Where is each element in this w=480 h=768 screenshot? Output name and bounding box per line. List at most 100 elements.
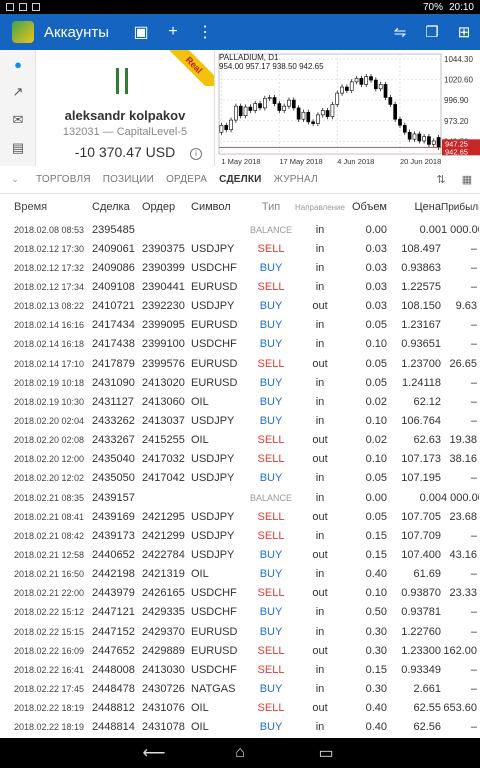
header-order[interactable]: Ордер: [142, 201, 191, 213]
info-icon[interactable]: i: [190, 148, 202, 160]
cell-profit: 653.60: [443, 702, 477, 715]
cell-vol: 0.03: [365, 242, 387, 255]
back-icon[interactable]: ⟵: [139, 743, 169, 763]
table-row[interactable]: 2018.02.20 12:00 2435040 2417032 USDJPY SELL…: [0, 450, 480, 469]
cell-time: 2018.02.22 17:45: [14, 683, 85, 694]
trade-icon[interactable]: ↗: [0, 78, 36, 106]
table-row[interactable]: 2018.02.19 10:18 2431090 2413020 EURUSD BUY i…: [0, 373, 480, 392]
candle-body: [427, 136, 431, 145]
header-direction[interactable]: Направление: [293, 203, 347, 212]
table-row[interactable]: 2018.02.21 22:00 2443979 2426165 USDCHF SELL…: [0, 584, 480, 603]
candle-body: [388, 97, 393, 105]
cell-dir: out: [312, 434, 328, 447]
header-profit[interactable]: Прибыль: [441, 202, 479, 213]
cell-deal: 2409086: [92, 261, 135, 274]
cell-price: 0.93781: [401, 606, 441, 619]
cell-profit: –: [470, 625, 477, 638]
cell-vol: 0.30: [365, 682, 387, 695]
table-row[interactable]: 2018.02.22 17:45 2448478 2430726 NATGAS BUY i…: [0, 679, 480, 698]
cell-vol: 0.02: [365, 395, 387, 408]
table-row[interactable]: 2018.02.14 17:10 2417879 2399576 EURUSD SELL…: [0, 354, 480, 373]
header-symbol[interactable]: Символ: [191, 201, 249, 213]
cell-symbol: EURUSD: [191, 625, 238, 638]
windows-icon[interactable]: ❐: [416, 14, 448, 50]
cell-deal: 2409108: [92, 280, 135, 293]
table-row[interactable]: 2018.02.14 16:16 2417434 2399095 EURUSD BUY i…: [0, 316, 480, 335]
home-icon[interactable]: ⌂: [225, 744, 255, 762]
header-time[interactable]: Время: [0, 201, 92, 213]
table-row[interactable]: 2018.02.21 08:35 2439157 BALANCE in 0.00 0.00…: [0, 488, 480, 507]
cell-type: BUY: [259, 414, 283, 427]
table-row[interactable]: 2018.02.22 18:19 2448814 2431078 OIL BUY in 0.…: [0, 718, 480, 737]
header-type[interactable]: Тип: [249, 201, 293, 213]
candle-body: [263, 98, 267, 109]
table-row[interactable]: 2018.02.22 18:19 2448812 2431076 OIL SELL out…: [0, 699, 480, 718]
news-icon[interactable]: ▤: [0, 134, 36, 162]
table-row[interactable]: 2018.02.08 08:53 2395485 BALANCE in 0.00 0.00…: [0, 220, 480, 239]
table-row[interactable]: 2018.02.22 16:09 2447652 2429889 EURUSD SELL…: [0, 641, 480, 660]
cell-dir: in: [315, 625, 325, 638]
cell-price: 108.150: [401, 300, 441, 313]
header-volume[interactable]: Объем: [347, 201, 387, 213]
price-chart[interactable]: 1044.301020.60996.90973.20949.501 May 20…: [214, 50, 480, 166]
cell-time: 2018.02.12 17:30: [14, 243, 85, 254]
cell-type: SELL: [257, 242, 285, 255]
table-row[interactable]: 2018.02.21 08:42 2439173 2421299 USDJPY SELL…: [0, 526, 480, 545]
account-card[interactable]: Real aleksandr kolpakov 132031 — Capital…: [36, 50, 214, 166]
table-row[interactable]: 2018.02.22 15:12 2447121 2429335 USDCHF BUY i…: [0, 603, 480, 622]
table-row[interactable]: 2018.02.20 02:04 2433262 2413037 USDJPY BUY i…: [0, 411, 480, 430]
accounts-icon[interactable]: ●: [0, 50, 36, 78]
mail-icon[interactable]: ✉: [0, 106, 36, 134]
header-deal[interactable]: Сделка: [92, 201, 142, 213]
table-row[interactable]: 2018.02.22 15:15 2447152 2429370 EURUSD BUY i…: [0, 622, 480, 641]
candle-body: [398, 118, 402, 126]
tab-journal[interactable]: ЖУРНАЛ: [268, 174, 324, 185]
cell-symbol: USDJPY: [191, 453, 235, 466]
y-tick-label: 1020.60: [444, 76, 473, 85]
metatrader-logo-icon[interactable]: [12, 21, 34, 43]
cell-dir: in: [315, 682, 325, 695]
x-tick-label: 1 May 2018: [221, 157, 260, 166]
cell-price: 62.55: [413, 702, 441, 715]
table-row[interactable]: 2018.02.19 10:30 2431127 2413060 OIL BUY in 0.…: [0, 392, 480, 411]
add-icon[interactable]: +: [157, 14, 189, 50]
app-bar: Аккаунты ▣ + ⋮ ⇋ ❐ ⊞: [0, 14, 480, 50]
header-price[interactable]: Цена: [387, 201, 441, 213]
new-document-icon[interactable]: ⊞: [448, 14, 480, 50]
tab-positions[interactable]: ПОЗИЦИИ: [97, 174, 160, 185]
chevron-down-icon[interactable]: ⌄: [0, 174, 30, 185]
table-row[interactable]: 2018.02.21 16:50 2442198 2421319 OIL BUY in 0.…: [0, 565, 480, 584]
table-row[interactable]: 2018.02.21 08:41 2439169 2421295 USDJPY SELL…: [0, 507, 480, 526]
cell-order: 2417042: [142, 472, 185, 485]
cell-dir: in: [315, 491, 325, 504]
cell-time: 2018.02.21 12:58: [14, 549, 85, 560]
table-row[interactable]: 2018.02.12 17:34 2409108 2390441 EURUSD SELL…: [0, 277, 480, 296]
tab-deals[interactable]: СДЕЛКИ: [213, 174, 267, 185]
table-row[interactable]: 2018.02.12 17:30 2409061 2390375 USDJPY SELL…: [0, 239, 480, 258]
cell-price: 62.56: [413, 721, 441, 734]
cell-time: 2018.02.22 18:19: [14, 722, 85, 733]
table-row[interactable]: 2018.02.14 16:18 2417438 2399100 USDCHF BUY i…: [0, 335, 480, 354]
cell-time: 2018.02.22 15:15: [14, 626, 85, 637]
sort-icon[interactable]: ⇅: [428, 173, 454, 186]
cell-deal: 2442198: [92, 568, 135, 581]
table-row[interactable]: 2018.02.12 17:32 2409086 2390399 USDCHF BUY i…: [0, 258, 480, 277]
table-row[interactable]: 2018.02.20 02:08 2433267 2415255 OIL SELL out…: [0, 431, 480, 450]
tab-orders[interactable]: ОРДЕРА: [160, 174, 213, 185]
more-vert-icon[interactable]: ⋮: [189, 14, 221, 50]
cell-profit: –: [470, 338, 477, 351]
cell-symbol: USDCHF: [191, 663, 237, 676]
calendar-icon[interactable]: ▦: [454, 173, 480, 186]
tab-trade[interactable]: ТОРГОВЛЯ: [30, 174, 97, 185]
table-row[interactable]: 2018.02.20 12:02 2435050 2417042 USDJPY BUY i…: [0, 469, 480, 488]
cell-order: 2426165: [142, 587, 185, 600]
table-row[interactable]: 2018.02.22 16:41 2448008 2413030 USDCHF SELL…: [0, 660, 480, 679]
recents-icon[interactable]: ▭: [311, 743, 341, 763]
table-row[interactable]: 2018.02.13 08:22 2410721 2392230 USDJPY BUY o…: [0, 297, 480, 316]
y-tick-label: 996.90: [444, 96, 469, 105]
table-row[interactable]: 2018.02.21 12:58 2440652 2422784 USDJPY BUY o…: [0, 545, 480, 564]
accounts-manager-icon[interactable]: ▣: [125, 14, 157, 50]
cell-symbol: USDCHF: [191, 338, 237, 351]
transfer-icon[interactable]: ⇋: [384, 14, 416, 50]
cell-time: 2018.02.14 17:10: [14, 358, 85, 369]
